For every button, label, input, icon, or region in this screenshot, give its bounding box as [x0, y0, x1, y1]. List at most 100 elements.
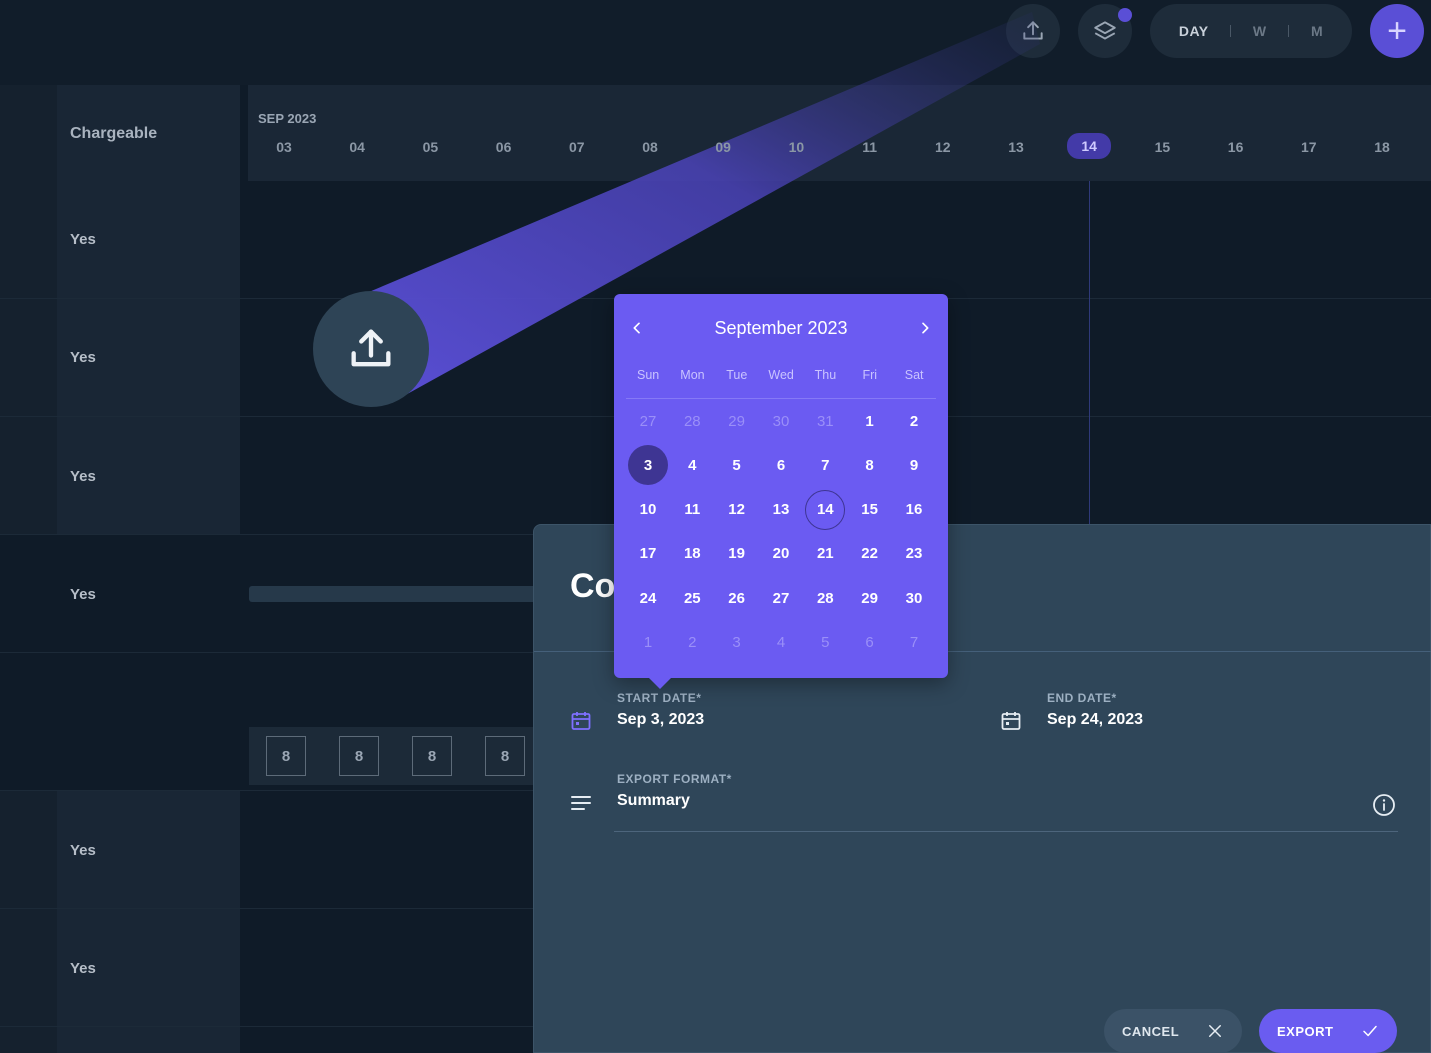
calendar-day[interactable]: 18 [672, 534, 712, 574]
chargeable-value: Yes [70, 586, 96, 603]
left-column-dark-band [0, 535, 240, 790]
weekday-label: Sat [904, 368, 924, 382]
calendar-day[interactable]: 25 [672, 578, 712, 618]
calendar-day[interactable]: 15 [850, 490, 890, 530]
calendar-day[interactable]: 24 [628, 578, 668, 618]
calendar-day[interactable]: 1 [850, 401, 890, 441]
calendar-day[interactable]: 28 [672, 401, 712, 441]
calendar-day[interactable]: 21 [805, 534, 845, 574]
calendar-day[interactable]: 20 [761, 534, 801, 574]
calendar-day[interactable]: 22 [850, 534, 890, 574]
calendar-day[interactable]: 7 [894, 623, 934, 663]
calendar-day[interactable]: 3 [717, 623, 757, 663]
calendar-day[interactable]: 17 [628, 534, 668, 574]
timeline-day[interactable]: 03 [262, 139, 306, 155]
calendar-day[interactable]: 14 [805, 489, 846, 530]
close-icon [1209, 1025, 1221, 1037]
export-format-value[interactable]: Summary [617, 792, 690, 810]
calendar-day[interactable]: 1 [628, 623, 668, 663]
upload-button[interactable] [1006, 4, 1060, 58]
view-day[interactable]: DAY [1179, 23, 1209, 39]
calendar-day[interactable]: 28 [805, 578, 845, 618]
calendar-icon [571, 712, 591, 730]
calendar-day[interactable]: 16 [894, 490, 934, 530]
timeline-day[interactable]: 08 [628, 139, 672, 155]
calendar-day[interactable]: 19 [717, 534, 757, 574]
calendar-day[interactable]: 13 [761, 490, 801, 530]
calendar-day[interactable]: 2 [672, 623, 712, 663]
hour-cell[interactable]: 8 [485, 736, 525, 776]
timeline-day[interactable]: 11 [848, 139, 892, 155]
upload-icon [1023, 21, 1043, 40]
calendar-day[interactable]: 10 [628, 490, 668, 530]
timeline-day[interactable]: 10 [774, 139, 818, 155]
calendar-day[interactable]: 6 [761, 445, 801, 485]
start-date-value[interactable]: Sep 3, 2023 [617, 711, 704, 729]
timeline-day[interactable]: 13 [994, 139, 1038, 155]
calendar-day[interactable]: 11 [672, 490, 712, 530]
chargeable-value: Yes [70, 468, 96, 485]
cancel-label: CANCEL [1122, 1023, 1180, 1039]
calendar-day[interactable]: 4 [672, 445, 712, 485]
timeline-day[interactable]: 12 [921, 139, 965, 155]
view-divider [1288, 25, 1290, 37]
calendar-day[interactable]: 2 [894, 401, 934, 441]
timeline-day[interactable]: 16 [1214, 139, 1258, 155]
timeline-day[interactable]: 18 [1360, 139, 1404, 155]
calendar-month-title: September 2023 [714, 318, 848, 338]
export-format-label: EXPORT FORMAT* [617, 772, 732, 786]
calendar-day[interactable]: 30 [761, 401, 801, 441]
spotlight-upload[interactable] [313, 291, 429, 407]
next-month-button[interactable] [915, 318, 935, 338]
calendar-day[interactable]: 30 [894, 578, 934, 618]
format-list-icon [571, 796, 591, 810]
plus-icon: + [1387, 11, 1407, 50]
today-marker-line [1089, 181, 1090, 526]
calendar-day[interactable]: 8 [850, 445, 890, 485]
calendar-day[interactable]: 3 [628, 445, 668, 486]
hour-cell[interactable]: 8 [412, 736, 452, 776]
view-divider [1230, 25, 1232, 37]
calendar-day[interactable]: 23 [894, 534, 934, 574]
view-month[interactable]: M [1311, 23, 1323, 39]
timeline-day[interactable]: 06 [482, 139, 526, 155]
timeline-day[interactable]: 05 [408, 139, 452, 155]
view-switch: DAY W M [1150, 4, 1352, 58]
add-button[interactable]: + [1370, 4, 1424, 58]
chargeable-header: Chargeable [70, 125, 158, 142]
timeline-day[interactable]: 04 [335, 139, 379, 155]
chevron-right-icon [922, 322, 929, 334]
calendar-day[interactable]: 29 [717, 401, 757, 441]
timeline-day-today[interactable]: 14 [1067, 133, 1112, 159]
calendar-day[interactable]: 6 [850, 623, 890, 663]
layers-button[interactable] [1078, 4, 1132, 58]
calendar-day[interactable]: 9 [894, 445, 934, 485]
calendar-day[interactable]: 31 [805, 401, 845, 441]
timeline-day[interactable]: 07 [555, 139, 599, 155]
cancel-button[interactable]: CANCEL [1104, 1009, 1242, 1053]
weekday-label: Tue [726, 368, 748, 382]
timeline-day[interactable]: 17 [1287, 139, 1331, 155]
calendar-day[interactable]: 12 [717, 490, 757, 530]
calendar-day[interactable]: 7 [805, 445, 845, 485]
calendar-day[interactable]: 27 [628, 401, 668, 441]
calendar-day[interactable]: 27 [761, 578, 801, 618]
export-button[interactable]: EXPORT [1259, 1009, 1397, 1053]
start-date-label: START DATE* [617, 691, 702, 705]
hour-cell[interactable]: 8 [339, 736, 379, 776]
layers-icon [1094, 21, 1116, 40]
dialog-title: Co [570, 567, 616, 605]
view-week[interactable]: W [1253, 23, 1267, 39]
calendar-day[interactable]: 4 [761, 623, 801, 663]
export-format-underline [614, 831, 1398, 832]
timeline-day[interactable]: 09 [701, 139, 745, 155]
calendar-day[interactable]: 5 [717, 445, 757, 485]
calendar-day[interactable]: 29 [850, 578, 890, 618]
timeline-day[interactable]: 15 [1140, 139, 1184, 155]
info-icon[interactable] [1372, 793, 1396, 817]
end-date-value[interactable]: Sep 24, 2023 [1047, 711, 1143, 729]
calendar-day[interactable]: 26 [717, 578, 757, 618]
calendar-day[interactable]: 5 [805, 623, 845, 663]
hour-cell[interactable]: 8 [266, 736, 306, 776]
timeline-bar[interactable] [249, 586, 539, 602]
